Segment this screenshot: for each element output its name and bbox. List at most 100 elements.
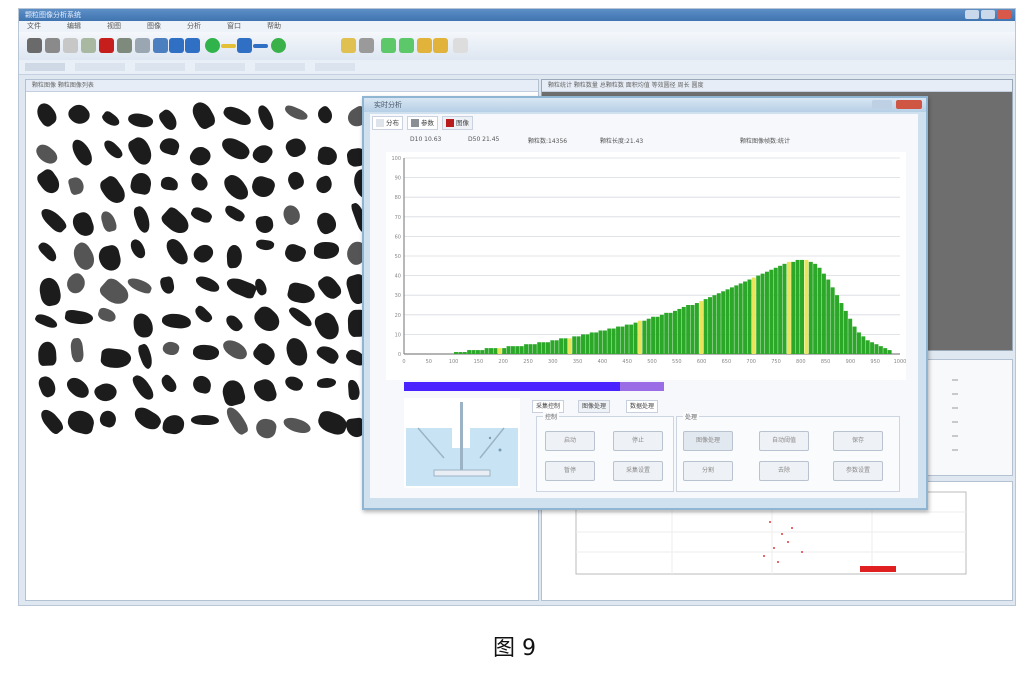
particle-thumbnail[interactable] <box>68 136 97 169</box>
particle-thumbnail[interactable] <box>99 209 118 234</box>
particle-thumbnail[interactable] <box>280 202 304 228</box>
start-button[interactable]: 启动 <box>545 431 595 451</box>
particle-thumbnail[interactable] <box>317 146 339 167</box>
particle-thumbnail[interactable] <box>314 242 341 260</box>
particle-thumbnail[interactable] <box>32 100 60 129</box>
particle-thumbnail[interactable] <box>191 415 219 426</box>
plus-icon[interactable] <box>237 38 252 53</box>
particle-thumbnail[interactable] <box>132 204 153 234</box>
particle-thumbnail[interactable] <box>190 240 217 267</box>
particle-thumbnail[interactable] <box>67 239 99 274</box>
maximize-button[interactable] <box>981 10 995 19</box>
particle-thumbnail[interactable] <box>286 304 314 330</box>
particle-thumbnail[interactable] <box>133 313 154 339</box>
particle-thumbnail[interactable] <box>128 171 153 197</box>
particle-thumbnail[interactable] <box>157 135 181 157</box>
particle-thumbnail[interactable] <box>37 406 66 436</box>
tab-strip-item[interactable] <box>135 63 185 71</box>
particle-thumbnail[interactable] <box>96 243 123 273</box>
pause-button[interactable]: 暂停 <box>545 461 595 481</box>
particle-thumbnail[interactable] <box>316 377 337 389</box>
particle-thumbnail[interactable] <box>193 273 222 295</box>
folder-icon[interactable] <box>417 38 432 53</box>
arrow-up-icon[interactable] <box>169 38 184 53</box>
particle-thumbnail[interactable] <box>37 374 59 400</box>
tab-data-processing[interactable]: 数据处理 <box>626 400 659 413</box>
particle-thumbnail[interactable] <box>100 347 133 370</box>
particle-thumbnail[interactable] <box>38 204 70 235</box>
particle-thumbnail[interactable] <box>126 111 155 130</box>
particle-thumbnail[interactable] <box>224 404 251 437</box>
particle-thumbnail[interactable] <box>255 239 275 252</box>
particle-thumbnail[interactable] <box>282 241 308 266</box>
zoom-icon[interactable] <box>153 38 168 53</box>
tab-strip-item[interactable] <box>195 63 245 71</box>
tab-strip-item[interactable] <box>255 63 305 71</box>
print-icon[interactable] <box>27 38 42 53</box>
particle-thumbnail[interactable] <box>37 276 63 308</box>
particle-thumbnail[interactable] <box>220 171 252 206</box>
particle-thumbnail[interactable] <box>219 378 247 408</box>
particle-thumbnail[interactable] <box>314 209 340 236</box>
particle-thumbnail[interactable] <box>101 137 125 161</box>
play-icon[interactable] <box>399 38 414 53</box>
particle-thumbnail[interactable] <box>285 280 317 306</box>
image-icon[interactable] <box>117 38 132 53</box>
particle-thumbnail[interactable] <box>159 205 193 238</box>
particle-thumbnail[interactable] <box>63 374 93 403</box>
line-icon[interactable] <box>221 44 236 48</box>
tab-image[interactable]: 图像 <box>442 116 473 130</box>
minus-icon[interactable] <box>253 44 268 48</box>
particle-thumbnail[interactable] <box>65 407 97 436</box>
particle-thumbnail[interactable] <box>252 376 278 405</box>
particle-thumbnail[interactable] <box>284 169 306 192</box>
particle-thumbnail[interactable] <box>163 236 191 269</box>
particle-thumbnail[interactable] <box>100 109 122 129</box>
particle-thumbnail[interactable] <box>130 372 157 404</box>
particle-thumbnail[interactable] <box>126 134 157 168</box>
particle-thumbnail[interactable] <box>315 408 350 437</box>
particle-thumbnail[interactable] <box>125 275 154 295</box>
ring-icon[interactable] <box>205 38 220 53</box>
particle-thumbnail[interactable] <box>37 341 57 368</box>
particle-thumbnail[interactable] <box>282 103 309 123</box>
particle-thumbnail[interactable] <box>97 408 119 430</box>
particle-thumbnail[interactable] <box>96 306 117 324</box>
particle-thumbnail[interactable] <box>249 173 277 201</box>
menu-item[interactable]: 窗口 <box>227 21 241 32</box>
particle-thumbnail[interactable] <box>254 214 275 234</box>
save-button[interactable]: 保存 <box>833 431 883 451</box>
particle-thumbnail[interactable] <box>189 204 214 225</box>
particle-thumbnail[interactable] <box>314 342 341 366</box>
particle-thumbnail[interactable] <box>192 343 220 362</box>
help-icon[interactable] <box>453 38 468 53</box>
particle-thumbnail[interactable] <box>188 99 218 132</box>
particle-thumbnail[interactable] <box>65 100 93 129</box>
acquisition-settings-button[interactable]: 采集设置 <box>613 461 663 481</box>
particle-thumbnail[interactable] <box>161 413 185 436</box>
particle-thumbnail[interactable] <box>281 415 312 436</box>
particle-thumbnail[interactable] <box>250 340 279 369</box>
menu-item[interactable]: 图像 <box>147 21 161 32</box>
parameter-settings-button[interactable]: 参数设置 <box>833 461 883 481</box>
particle-thumbnail[interactable] <box>313 104 336 127</box>
particle-thumbnail[interactable] <box>249 140 275 166</box>
dialog-minimize-button[interactable] <box>872 100 892 109</box>
close-button[interactable] <box>997 10 1011 19</box>
particle-thumbnail[interactable] <box>316 272 344 302</box>
minimize-button[interactable] <box>965 10 979 19</box>
particle-thumbnail[interactable] <box>187 171 211 194</box>
particle-thumbnail[interactable] <box>283 135 309 160</box>
particle-thumbnail[interactable] <box>33 312 59 331</box>
particle-thumbnail[interactable] <box>285 337 308 368</box>
particle-thumbnail[interactable] <box>127 237 148 261</box>
particle-thumbnail[interactable] <box>161 312 193 330</box>
tab-strip-item[interactable] <box>315 63 355 71</box>
image-processing-button[interactable]: 图像处理 <box>683 431 733 451</box>
report-icon[interactable] <box>81 38 96 53</box>
globe-icon[interactable] <box>271 38 286 53</box>
menu-item[interactable]: 编辑 <box>67 21 81 32</box>
save-icon[interactable] <box>433 38 448 53</box>
scanner-icon[interactable] <box>45 38 60 53</box>
particle-thumbnail[interactable] <box>92 379 120 405</box>
